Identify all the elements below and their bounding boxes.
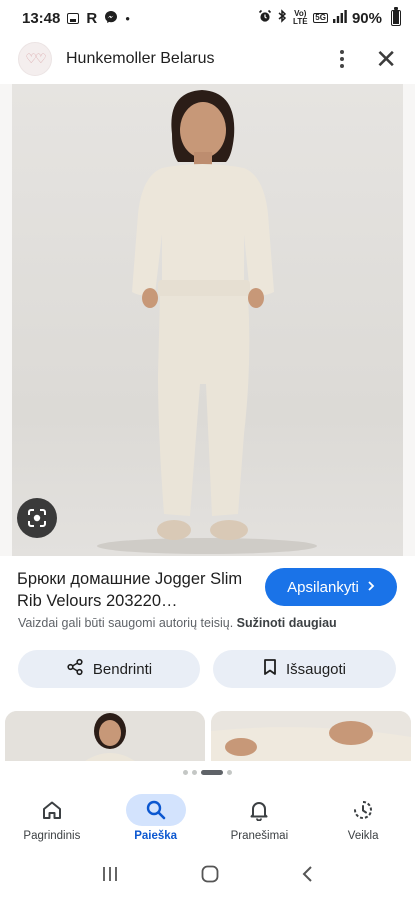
battery-icon — [391, 7, 401, 26]
nav-activity-label: Veikla — [347, 830, 379, 842]
alarm-icon — [258, 9, 272, 27]
related-image-thumbnail[interactable] — [5, 711, 205, 761]
visit-button[interactable]: Apsilankyti — [265, 568, 397, 606]
save-label: Išsaugoti — [285, 660, 347, 678]
result-title[interactable]: Брюки домашние Jogger Slim Rib Velours 2… — [17, 568, 249, 612]
volte-icon: Vo) LTE — [293, 9, 308, 26]
pager-dot — [183, 770, 188, 775]
status-right: Vo) LTE 5G 90% — [258, 7, 401, 27]
search-icon — [125, 794, 186, 826]
recent-apps-icon[interactable] — [101, 866, 119, 887]
pager-dot — [227, 770, 232, 775]
share-label: Bendrinti — [92, 660, 153, 678]
app-header: ♡♡ Hunkemoller Belarus ✕ — [0, 36, 415, 82]
back-icon[interactable] — [302, 865, 314, 888]
thumbnail-photo — [5, 711, 205, 761]
battery-fill — [393, 11, 399, 24]
bell-icon — [229, 794, 289, 826]
messenger-icon — [104, 10, 118, 26]
lens-icon — [28, 509, 46, 527]
nav-home-label: Pagrindinis — [23, 830, 81, 842]
product-photo — [12, 84, 403, 556]
home-button-icon[interactable] — [201, 865, 219, 888]
site-name: Hunkemoller Belarus — [66, 50, 215, 67]
bluetooth-icon — [277, 9, 287, 27]
battery-percent: 90% — [351, 9, 382, 27]
nav-home[interactable]: Pagrindinis — [7, 794, 97, 842]
hunkemoller-logo-icon: ♡♡ — [18, 42, 52, 76]
copyright-notice: Vaizdai gali būti saugomi autorių teisių… — [18, 616, 337, 630]
chevron-right-icon — [367, 579, 375, 596]
bookmark-icon — [263, 658, 277, 680]
nav-notifications-label: Pranešimai — [230, 830, 289, 842]
activity-icon — [333, 794, 393, 826]
status-bar: 13:48 R ● Vo) LTE 5G 90% — [0, 0, 415, 36]
share-icon — [66, 658, 84, 680]
more-vert-icon[interactable] — [339, 50, 345, 68]
header-actions: ✕ — [339, 46, 397, 72]
system-navigation-bar — [0, 852, 415, 900]
status-time: 13:48 — [22, 9, 61, 27]
share-button[interactable]: Bendrinti — [18, 650, 200, 688]
pager-dot — [201, 770, 223, 775]
pager-dot — [192, 770, 197, 775]
nav-search[interactable]: Paieška — [111, 794, 201, 842]
status-left: 13:48 R ● — [22, 10, 130, 27]
network-5g-icon: 5G — [313, 13, 328, 23]
image-pager — [0, 770, 415, 775]
learn-more-link[interactable]: Sužinoti daugiau — [237, 616, 337, 630]
nav-search-label: Paieška — [134, 830, 178, 842]
bottom-navigation: Pagrindinis Paieška Pranešimai Veikla — [0, 786, 415, 852]
result-image[interactable] — [0, 84, 415, 556]
model-illustration — [97, 90, 317, 554]
nav-activity[interactable]: Veikla — [318, 794, 408, 842]
nav-notifications[interactable]: Pranešimai — [214, 794, 304, 842]
thumbnail-photo — [211, 711, 411, 761]
copyright-text: Vaizdai gali būti saugomi autorių teisių… — [18, 616, 234, 630]
home-icon — [22, 794, 82, 826]
related-image-thumbnail[interactable] — [211, 711, 411, 761]
status-letter-indicator: R — [86, 9, 98, 27]
visit-label: Apsilankyti — [287, 578, 359, 596]
gallery-notification-icon — [67, 12, 80, 24]
save-button[interactable]: Išsaugoti — [213, 650, 396, 688]
notification-dot-icon: ● — [125, 13, 131, 23]
close-icon[interactable]: ✕ — [375, 46, 397, 72]
google-lens-button[interactable] — [17, 498, 57, 538]
signal-icon — [332, 9, 347, 27]
